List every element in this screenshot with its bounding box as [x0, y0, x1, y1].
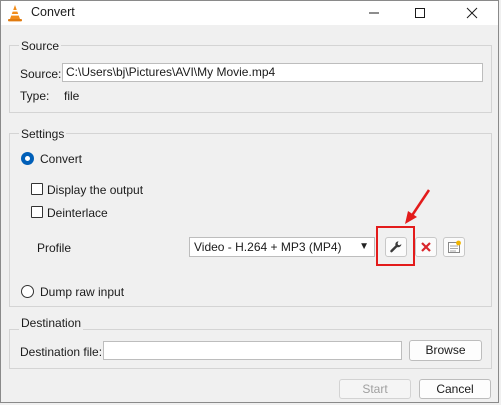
type-label: Type: — [20, 89, 50, 103]
destination-group-title: Destination — [19, 316, 84, 330]
maximize-icon — [415, 8, 425, 18]
annotation-arrow-icon — [405, 189, 431, 224]
minimize-button[interactable] — [351, 1, 397, 25]
maximize-button[interactable] — [397, 1, 443, 25]
browse-button[interactable]: Browse — [409, 340, 482, 361]
annotation-highlight-box — [376, 226, 415, 266]
delete-profile-button[interactable] — [415, 237, 437, 257]
convert-dialog: Convert Source Source: C:\Users\bj\Pictu… — [0, 0, 499, 403]
window-title: Convert — [31, 5, 75, 19]
profile-select[interactable]: Video - H.264 + MP3 (MP4) ▼ — [189, 237, 375, 257]
settings-group-title: Settings — [19, 127, 67, 141]
deinterlace-checkbox[interactable] — [31, 206, 43, 218]
title-bar: Convert — [1, 1, 498, 25]
new-profile-icon — [448, 240, 461, 253]
convert-label: Convert — [40, 152, 83, 166]
deinterlace-label: Deinterlace — [47, 206, 108, 220]
dump-raw-radio[interactable] — [21, 285, 34, 298]
source-label: Source: — [20, 67, 62, 81]
profile-label: Profile — [37, 241, 72, 255]
display-output-label: Display the output — [47, 183, 144, 197]
convert-radio[interactable] — [21, 152, 34, 165]
profile-selected-value: Video - H.264 + MP3 (MP4) — [194, 240, 342, 254]
destination-file-label: Destination file: — [20, 345, 103, 359]
vlc-cone-icon — [8, 5, 22, 22]
dump-raw-label: Dump raw input — [40, 285, 125, 299]
display-output-checkbox[interactable] — [31, 183, 43, 195]
close-icon — [466, 7, 478, 19]
dropdown-caret-icon: ▼ — [359, 241, 369, 252]
cancel-button[interactable]: Cancel — [419, 379, 491, 399]
new-profile-button[interactable] — [443, 237, 465, 257]
close-button[interactable] — [449, 1, 495, 25]
destination-file-field[interactable] — [103, 341, 402, 360]
minimize-icon — [369, 12, 379, 14]
source-group-title: Source — [19, 39, 62, 53]
type-value: file — [64, 89, 80, 103]
start-button[interactable]: Start — [339, 379, 411, 399]
delete-x-icon — [421, 242, 431, 252]
source-path-field[interactable]: C:\Users\bj\Pictures\AVI\My Movie.mp4 — [62, 63, 483, 82]
